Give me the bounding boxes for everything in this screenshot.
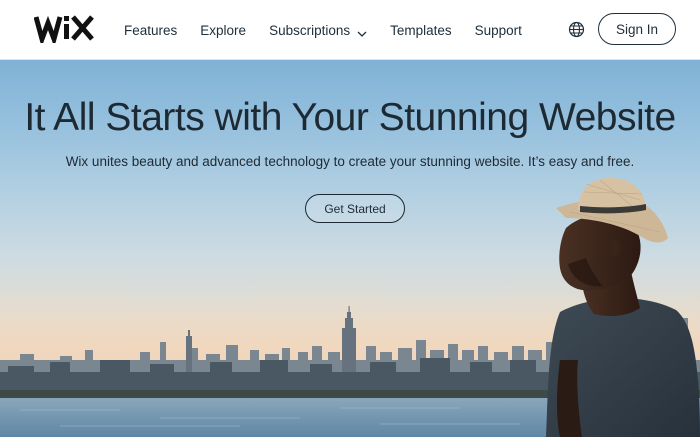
wix-logo[interactable] (34, 13, 96, 43)
nav-item-explore[interactable]: Explore (200, 23, 246, 38)
nav-item-label: Features (124, 22, 178, 38)
nav-item-support[interactable]: Support (475, 23, 522, 38)
nav-links: Features Explore Subscriptions Templates… (124, 0, 545, 60)
chevron-down-icon (357, 26, 367, 37)
nav-item-templates[interactable]: Templates (390, 23, 452, 38)
hero-section: It All Starts with Your Stunning Website… (0, 60, 700, 437)
nav-item-features[interactable]: Features (124, 23, 177, 38)
hero-subtitle: Wix unites beauty and advanced technolog… (65, 154, 635, 169)
nav-item-label: Explore (200, 22, 247, 38)
nav-item-label: Support (474, 22, 522, 38)
sign-in-label: Sign In (615, 21, 659, 37)
nav-item-label: Subscriptions (269, 22, 351, 38)
get-started-label: Get Started (324, 201, 386, 216)
sign-in-button[interactable]: Sign In (598, 13, 676, 45)
nav-item-subscriptions[interactable]: Subscriptions (269, 23, 367, 38)
top-navbar: Features Explore Subscriptions Templates… (0, 0, 700, 60)
get-started-button[interactable]: Get Started (305, 194, 405, 223)
globe-icon[interactable] (568, 21, 585, 38)
page: Features Explore Subscriptions Templates… (0, 0, 700, 437)
hero-title: It All Starts with Your Stunning Website (24, 96, 676, 139)
nav-item-label: Templates (390, 22, 452, 38)
